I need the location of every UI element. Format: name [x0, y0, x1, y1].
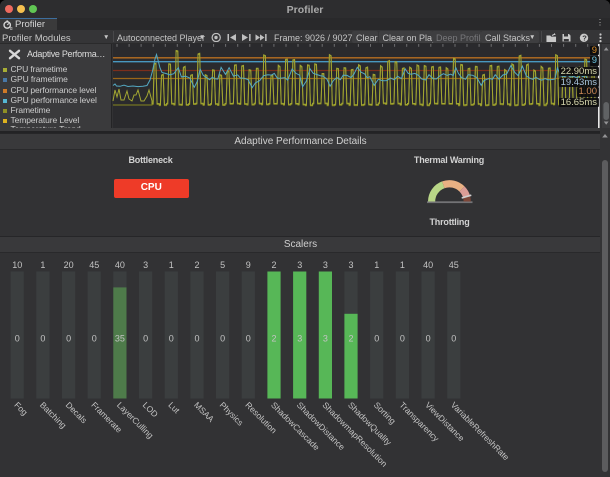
svg-text:1: 1 — [169, 260, 174, 270]
svg-text:2: 2 — [194, 260, 199, 270]
svg-text:1: 1 — [40, 260, 45, 270]
svg-text:0: 0 — [451, 334, 456, 344]
svg-text:35: 35 — [115, 334, 125, 344]
svg-text:0: 0 — [374, 334, 379, 344]
svg-text:Physics: Physics — [218, 400, 246, 428]
svg-text:2: 2 — [271, 334, 276, 344]
svg-text:45: 45 — [449, 260, 459, 270]
svg-text:Batching: Batching — [38, 400, 69, 431]
svg-text:1: 1 — [374, 260, 379, 270]
svg-text:5: 5 — [220, 260, 225, 270]
svg-text:20: 20 — [64, 260, 74, 270]
svg-text:2: 2 — [348, 334, 353, 344]
svg-text:3: 3 — [297, 334, 302, 344]
svg-text:0: 0 — [66, 334, 71, 344]
svg-text:45: 45 — [89, 260, 99, 270]
svg-text:0: 0 — [143, 334, 148, 344]
svg-text:0: 0 — [194, 334, 199, 344]
svg-text:0: 0 — [15, 334, 20, 344]
svg-text:MSAA: MSAA — [192, 400, 216, 424]
svg-text:?: ? — [582, 33, 587, 42]
svg-text:0: 0 — [92, 334, 97, 344]
svg-text:3: 3 — [323, 260, 328, 270]
svg-text:40: 40 — [423, 260, 433, 270]
svg-text:0: 0 — [246, 334, 251, 344]
svg-text:0: 0 — [220, 334, 225, 344]
svg-text:3: 3 — [323, 334, 328, 344]
svg-text:1: 1 — [400, 260, 405, 270]
svg-text:Lut: Lut — [166, 400, 182, 416]
svg-text:10: 10 — [12, 260, 22, 270]
svg-text:0: 0 — [40, 334, 45, 344]
svg-text:40: 40 — [115, 260, 125, 270]
svg-text:Fog: Fog — [12, 400, 30, 418]
svg-text:0: 0 — [169, 334, 174, 344]
svg-text:3: 3 — [143, 260, 148, 270]
svg-text:0: 0 — [426, 334, 431, 344]
svg-text:9: 9 — [246, 260, 251, 270]
svg-text:2: 2 — [271, 260, 276, 270]
svg-text:3: 3 — [348, 260, 353, 270]
svg-text:0: 0 — [400, 334, 405, 344]
svg-text:LOD: LOD — [141, 400, 160, 419]
svg-text:3: 3 — [297, 260, 302, 270]
